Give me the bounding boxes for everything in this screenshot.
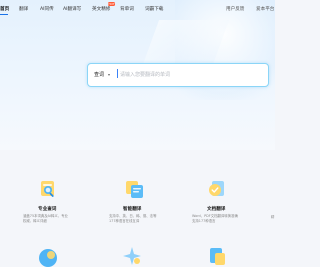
text-cursor	[116, 69, 118, 78]
partial-card-text: 精	[271, 215, 275, 219]
nav-item-vocabulary[interactable]: 背单词	[120, 6, 134, 12]
nav-item-ai-interpret[interactable]: AI同传	[40, 6, 54, 12]
feature-title-document[interactable]: 文档翻译	[207, 206, 225, 212]
search-type-select[interactable]: 查词	[94, 71, 104, 78]
nav-platform-link[interactable]: 爱本平台	[256, 6, 274, 12]
nav-item-download[interactable]: 词霸下载	[145, 6, 163, 12]
nav-feedback-link[interactable]: 用户反馈	[226, 6, 244, 12]
feature-desc-dictionary: 涵盖75本词典及AI释义，专业权威，释义详细	[23, 214, 68, 223]
top-nav: 首页 翻译 AI同传 AI翻译写 英文精修 HOT 背单词 词霸下载 用户反馈 …	[0, 0, 275, 20]
search-input[interactable]: 请输入您要翻译的单词	[120, 71, 170, 78]
sparkle-icon	[123, 247, 141, 265]
nav-item-home[interactable]: 首页	[0, 6, 9, 12]
search-box[interactable]: 查词 ▾ 请输入您要翻译的单词	[87, 63, 269, 87]
nav-item-ai-write[interactable]: AI翻译写	[63, 6, 81, 12]
translate-doc-icon	[126, 181, 143, 198]
book-search-icon	[41, 181, 54, 197]
nav-item-translate[interactable]: 翻译	[19, 6, 28, 12]
hero-banner: 首页 翻译 AI同传 AI翻译写 英文精修 HOT 背单词 词霸下载 用户反馈 …	[0, 0, 275, 150]
feature-title-dictionary[interactable]: 专业查词	[38, 206, 56, 212]
nav-active-underline	[0, 14, 8, 16]
feature-title-translate[interactable]: 智能翻译	[123, 206, 141, 212]
feature-desc-translate: 支持中、英、日、韩、德、法等177种语言在线互译	[109, 214, 157, 223]
features-section: 专业查词 涵盖75本词典及AI释义，专业权威，释义详细 智能翻译 支持中、英、日…	[0, 150, 275, 267]
chevron-down-icon[interactable]: ▾	[108, 72, 110, 77]
nav-item-english-polish[interactable]: 英文精修	[92, 6, 110, 12]
hot-badge: HOT	[108, 1, 115, 6]
headphones-icon	[39, 249, 57, 267]
feature-desc-document: Word、PDF文档翻译转换准确支持177种语言	[192, 214, 238, 223]
document-icon	[210, 248, 225, 265]
document-translate-icon	[209, 181, 224, 196]
